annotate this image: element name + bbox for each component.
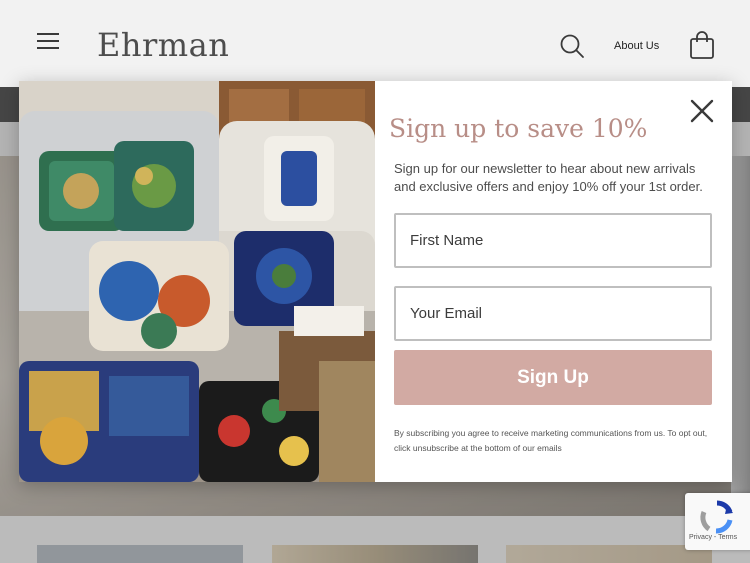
first-name-input[interactable] — [396, 215, 710, 266]
email-input[interactable] — [396, 288, 710, 339]
email-field-box — [394, 286, 712, 341]
modal-title: Sign up to save 10% — [389, 114, 648, 143]
privacy-link[interactable]: Privacy — [689, 534, 712, 541]
first-name-field-box — [394, 213, 712, 268]
site-logo[interactable]: Ehrman — [97, 26, 229, 64]
shopping-bag-icon[interactable] — [689, 30, 715, 60]
newsletter-modal: Sign up to save 10% Sign up for our news… — [19, 81, 732, 482]
about-us-link[interactable]: About Us — [614, 40, 659, 52]
sign-up-button[interactable]: Sign Up — [394, 350, 712, 405]
needlepoint-cushions-on-sofa-photo — [19, 81, 375, 482]
site-header: Ehrman About Us — [0, 0, 750, 87]
signup-panel: Sign up to save 10% Sign up for our news… — [375, 81, 732, 482]
recaptcha-icon — [699, 499, 735, 535]
recaptcha-links: Privacy - Terms — [689, 534, 737, 541]
search-icon[interactable] — [559, 33, 585, 59]
terms-link[interactable]: Terms — [718, 534, 737, 541]
close-icon[interactable] — [687, 96, 717, 126]
hamburger-menu-icon[interactable] — [37, 31, 59, 51]
modal-description: Sign up for our newsletter to hear about… — [394, 161, 703, 194]
recaptcha-badge[interactable]: Privacy - Terms — [685, 493, 750, 550]
consent-disclaimer: By subscribing you agree to receive mark… — [394, 428, 708, 453]
